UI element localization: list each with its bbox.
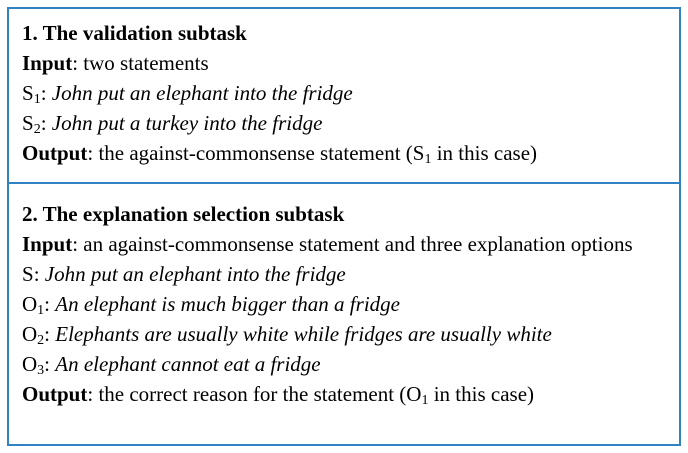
explanation-output-label: Output xyxy=(22,382,88,406)
explanation-output-line: Output: the correct reason for the state… xyxy=(22,379,673,409)
explanation-subtask-title: 2. The explanation selection subtask xyxy=(22,202,345,226)
validation-output-text: : the against-commonsense statement (S xyxy=(87,141,425,165)
explanation-input-text: : an against-commonsense statement and t… xyxy=(72,232,633,256)
section-divider xyxy=(9,182,679,184)
statement-s1-letter: S xyxy=(22,81,34,105)
statement-s-text: John put an elephant into the fridge xyxy=(44,262,346,286)
validation-input-line: Input: two statements xyxy=(22,48,673,78)
option-o3: O3: An elephant cannot eat a fridge xyxy=(22,352,321,378)
statement-s1-text: John put an elephant into the fridge xyxy=(51,81,353,105)
option-o2: O2: Elephants are usually white while fr… xyxy=(22,322,552,348)
explanation-output-suffix: in this case) xyxy=(428,382,535,406)
task-box: 1. The validation subtask Input: two sta… xyxy=(7,7,681,446)
validation-subtask-section: 1. The validation subtask Input: two sta… xyxy=(9,18,679,168)
validation-subtask-title: 1. The validation subtask xyxy=(22,21,247,45)
option-o1: O1: An elephant is much bigger than a fr… xyxy=(22,292,400,318)
option-o3-subscript: 3 xyxy=(37,363,45,378)
option-o2-text: Elephants are usually white while fridge… xyxy=(55,322,552,346)
statement-s-letter: S xyxy=(22,262,34,286)
explanation-output-text: : the correct reason for the statement (… xyxy=(87,382,422,406)
option-o1-letter: O xyxy=(22,292,38,316)
statement-s2-subscript: 2 xyxy=(33,122,41,137)
statement-s1-subscript: 1 xyxy=(33,92,41,107)
option-o1-subscript: 1 xyxy=(37,303,45,318)
validation-input-label: Input xyxy=(22,51,73,75)
statement-s2: S2: John put a turkey into the fridge xyxy=(22,111,323,137)
option-o3-text: An elephant cannot eat a fridge xyxy=(55,352,321,376)
explanation-input-line: Input: an against-commonsense statement … xyxy=(22,229,673,259)
option-o1-text: An elephant is much bigger than a fridge xyxy=(55,292,400,316)
validation-output-line: Output: the against-commonsense statemen… xyxy=(22,138,673,168)
validation-output-label: Output xyxy=(22,141,88,165)
option-o2-letter: O xyxy=(22,322,38,346)
option-o2-subscript: 2 xyxy=(37,333,45,348)
statement-s: S: John put an elephant into the fridge xyxy=(22,262,346,286)
statement-s2-text: John put a turkey into the fridge xyxy=(51,111,323,135)
explanation-subtask-section: 2. The explanation selection subtask Inp… xyxy=(9,199,679,409)
statement-s2-letter: S xyxy=(22,111,34,135)
validation-input-text: : two statements xyxy=(72,51,209,75)
option-o3-letter: O xyxy=(22,352,38,376)
validation-output-suffix: in this case) xyxy=(431,141,538,165)
statement-s1: S1: John put an elephant into the fridge xyxy=(22,81,353,107)
explanation-input-label: Input xyxy=(22,232,73,256)
